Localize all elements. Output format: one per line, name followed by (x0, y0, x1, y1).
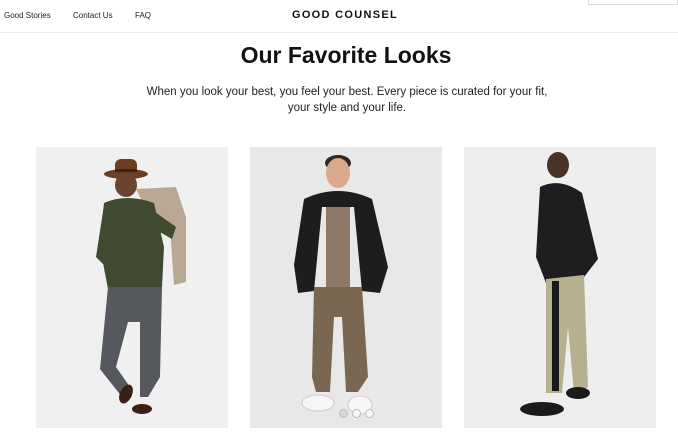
page-subtitle: When you look your best, you feel your b… (146, 86, 548, 114)
carousel-dots (339, 409, 374, 419)
look-card-1[interactable] (36, 147, 228, 428)
look-photo-1 (36, 147, 228, 428)
carousel-dot-3[interactable] (365, 409, 374, 418)
look-card-2[interactable] (250, 147, 442, 428)
carousel-dot-2[interactable] (352, 409, 361, 418)
look-photo-3 (464, 147, 656, 428)
brand-logo[interactable]: GOOD COUNSEL (0, 9, 678, 21)
look-card-3[interactable] (464, 147, 656, 428)
page-title: Our Favorite Looks (240, 42, 452, 68)
look-photo-2 (250, 147, 442, 428)
carousel-dot-1[interactable] (339, 409, 348, 418)
account-dropdown (588, 0, 678, 5)
top-nav: Good Stories Contact Us FAQ GOOD COUNSEL (0, 0, 678, 33)
